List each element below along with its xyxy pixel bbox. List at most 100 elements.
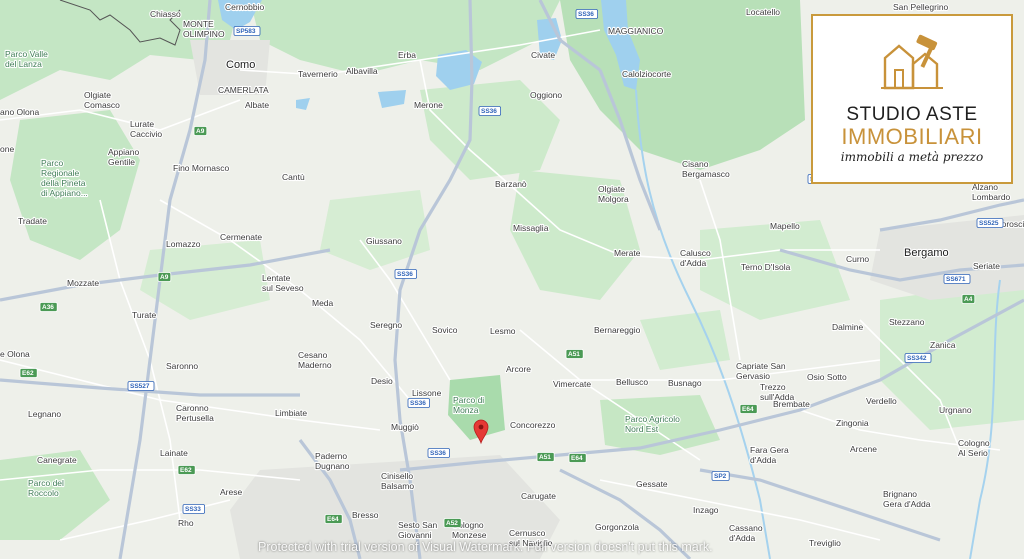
label-gessate: Gessate: [636, 479, 668, 489]
svg-text:SS671: SS671: [946, 276, 966, 283]
road-shield-ss36-d: SS36: [427, 448, 451, 458]
label-zanica: Zanica: [930, 340, 956, 350]
label-paderno-dugnano: Paderno Dugnano: [315, 451, 350, 471]
svg-text:SS527: SS527: [130, 383, 150, 390]
label-cinisello: Cinisello Balsamo: [381, 471, 414, 491]
label-park-valle-del-lanza: Parco Valle del Lanza: [5, 49, 48, 69]
logo-title-line2: IMMOBILIARI: [841, 124, 983, 149]
label-anolona: ano Olona: [0, 107, 39, 117]
label-turate: Turate: [132, 310, 157, 320]
label-inzago: Inzago: [693, 505, 719, 515]
svg-text:A51: A51: [568, 351, 580, 358]
label-oggiono: Oggiono: [530, 90, 562, 100]
label-seregno: Seregno: [370, 320, 402, 330]
svg-text:A4: A4: [964, 296, 973, 303]
label-cermenate: Cermenate: [220, 232, 262, 242]
label-calolziocorte: Calolziocorte: [622, 69, 671, 79]
label-vimercate: Vimercate: [553, 379, 591, 389]
road-shield-ss525: SS525: [976, 218, 1004, 228]
label-brembate: Brembate: [773, 399, 810, 409]
label-cernobbio: Cernobbio: [225, 2, 264, 12]
label-erba: Erba: [398, 50, 416, 60]
road-shield-ss36-c: SS36: [407, 398, 431, 408]
label-mozzate: Mozzate: [67, 278, 99, 288]
svg-text:A9: A9: [196, 128, 205, 135]
label-albavilla: Albavilla: [346, 66, 378, 76]
svg-text:SS36: SS36: [397, 271, 413, 278]
gavel-house-icon: [881, 34, 943, 90]
label-albate: Albate: [245, 100, 269, 110]
label-san-pellegrino: San Pellegrino: [893, 2, 949, 12]
label-lomazzo: Lomazzo: [166, 239, 201, 249]
label-giussano: Giussano: [366, 236, 402, 246]
road-shield-e62-s: E62: [177, 465, 196, 475]
svg-text:E64: E64: [327, 516, 339, 523]
label-cantu: Cantù: [282, 172, 305, 182]
svg-text:A9: A9: [160, 274, 169, 281]
logo-card: STUDIO ASTE IMMOBILIARI immobili a metà …: [811, 14, 1013, 184]
road-shield-e64-a: E64: [739, 404, 758, 414]
road-shield-e64-c: E64: [324, 514, 343, 524]
label-gorgonzola: Gorgonzola: [595, 522, 639, 532]
road-shield-a52: A52: [443, 518, 462, 528]
label-rho: Rho: [178, 518, 194, 528]
label-terno-disola: Terno D'Isola: [741, 262, 791, 272]
label-limbiate: Limbiate: [275, 408, 307, 418]
label-appiano-gentile: Appiano Gentile: [108, 147, 139, 167]
label-busnago: Busnago: [668, 378, 702, 388]
road-shield-a9-n: A9: [193, 126, 208, 136]
svg-text:SS36: SS36: [481, 108, 497, 115]
label-seriate: Seriate: [973, 261, 1000, 271]
label-arcene: Arcene: [850, 444, 877, 454]
label-lissone: Lissone: [412, 388, 442, 398]
label-cesano-maderno: Cesano Maderno: [298, 350, 332, 370]
label-olona: e Olona: [0, 349, 30, 359]
label-mapello: Mapello: [770, 221, 800, 231]
label-fino-mornasco: Fino Mornasco: [173, 163, 229, 173]
road-shield-a4: A4: [961, 294, 976, 304]
road-shield-e64-b: E64: [568, 453, 587, 463]
svg-text:SS342: SS342: [907, 355, 927, 362]
label-cologno-al-serio: Cologno Al Serio: [958, 438, 990, 458]
label-muggio: Muggiò: [391, 422, 419, 432]
label-park-roccolo: Parco del Roccolo: [28, 478, 64, 498]
label-merone: Merone: [414, 100, 443, 110]
label-tradate: Tradate: [18, 216, 47, 226]
label-sovico: Sovico: [432, 325, 458, 335]
svg-text:SP583: SP583: [236, 28, 256, 35]
label-concorezzo: Concorezzo: [510, 420, 556, 430]
label-merate: Merate: [614, 248, 641, 258]
label-lesmo: Lesmo: [490, 326, 516, 336]
label-bellusco: Bellusco: [616, 377, 648, 387]
road-shield-ss671: SS671: [943, 274, 971, 284]
label-bresso: Bresso: [352, 510, 379, 520]
label-olgiate-molgora: Olgiate Molgora: [598, 184, 629, 204]
label-caronno-pertusella: Caronno Pertusella: [176, 403, 214, 423]
label-zingonia: Zingonia: [836, 418, 869, 428]
watermark-text: Protected with trial version of Visual W…: [258, 540, 713, 554]
label-chiasso: Chiasso: [150, 9, 181, 19]
label-treviglio: Treviglio: [809, 538, 841, 548]
road-shield-ss342: SS342: [904, 353, 932, 363]
label-bergamo: Bergamo: [904, 247, 949, 259]
svg-text:A51: A51: [539, 454, 551, 461]
svg-text:SS36: SS36: [410, 400, 426, 407]
logo-title-line1: STUDIO ASTE: [846, 104, 978, 125]
label-bernareggio: Bernareggio: [594, 325, 641, 335]
road-shield-a9-s: A9: [157, 272, 172, 282]
label-stezzano: Stezzano: [889, 317, 925, 327]
label-barzano: Barzanò: [495, 179, 527, 189]
label-dalmine: Dalmine: [832, 322, 863, 332]
road-shield-a36: A36: [39, 302, 58, 312]
label-legnano: Legnano: [28, 409, 61, 419]
label-saronno: Saronno: [166, 361, 198, 371]
label-carugate: Carugate: [521, 491, 556, 501]
road-shield-ss33: SS33: [182, 504, 206, 514]
road-shield-sp2: SP2: [711, 471, 730, 481]
label-arese: Arese: [220, 487, 242, 497]
svg-text:A36: A36: [42, 304, 54, 311]
label-locatello: Locatello: [746, 7, 780, 17]
road-shield-a51: A51: [565, 349, 584, 359]
label-one: one: [0, 144, 14, 154]
road-shield-ss527: SS527: [127, 381, 155, 391]
